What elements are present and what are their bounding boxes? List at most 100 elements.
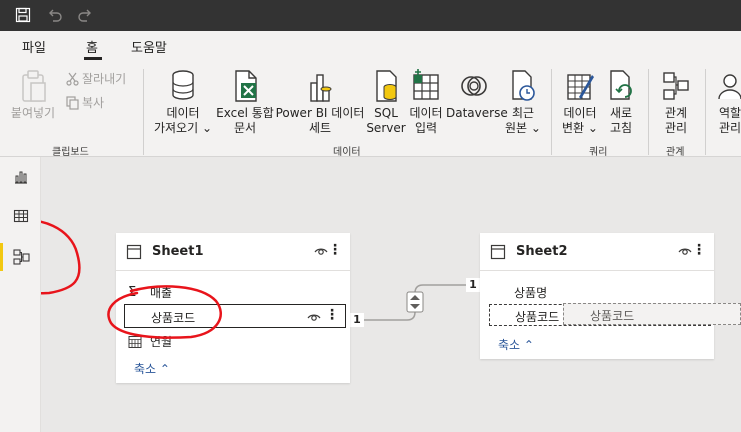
chevron-down-icon: ⌄ (527, 121, 541, 135)
relations-group-label: 관계 (666, 147, 685, 158)
recent-label-1: 최근 (511, 106, 535, 120)
enter-data-label-2: 입력 (414, 121, 438, 135)
copy-label: 복사 (82, 96, 105, 110)
get-data-button[interactable]: 데이터 가져오기 ⌄ (150, 69, 216, 136)
copy-button[interactable]: 복사 (66, 94, 104, 111)
table-card-sheet2[interactable]: Sheet2 ⋮ 상품명 상품코드 축소 ⌃ (480, 233, 714, 359)
eye-icon[interactable] (678, 245, 692, 257)
enter-data-button[interactable]: 데이터 입력 (405, 69, 447, 136)
calendar-icon (128, 335, 142, 348)
undo-icon[interactable] (44, 4, 66, 26)
field-name: 상품코드 (515, 310, 560, 324)
field-row[interactable]: 연월 (126, 330, 172, 352)
cardinality-one-right: 1 (466, 278, 480, 292)
field-row[interactable]: 상품명 (490, 281, 547, 303)
dataset-icon (310, 74, 332, 102)
tab-home[interactable]: 홈 (86, 37, 98, 56)
manage-label-1: 관계 (664, 106, 688, 120)
menu-bar: 파일 홈 도움말 (0, 31, 741, 61)
paste-button[interactable]: 붙여넣기 (8, 69, 58, 121)
drag-field-name: 상품코드 (590, 309, 635, 323)
model-view-icon[interactable] (10, 246, 32, 268)
ribbon: 붙여넣기 잘라내기 복사 클립보드 데이터 가져오기 ⌄ Excel 통합 문서… (0, 61, 741, 158)
field-name: 상품코드 (151, 311, 196, 325)
more-options-icon[interactable]: ⋮ (328, 242, 342, 258)
refresh-label-2: 고침 (609, 121, 633, 135)
manage-relationships-button[interactable]: 관계 관리 (654, 69, 698, 136)
roles-label-1: 역할 (718, 106, 741, 120)
eye-icon[interactable] (314, 245, 328, 257)
cut-label: 잘라내기 (82, 72, 127, 86)
cardinality-one-left: 1 (350, 313, 364, 327)
transform-data-button[interactable]: 데이터 변환 ⌄ (556, 69, 604, 136)
excel-label-2: 문서 (233, 121, 257, 135)
clipboard-group-label: 클립보드 (52, 147, 89, 158)
save-icon[interactable] (12, 4, 34, 26)
recent-sources-button[interactable]: 최근 원본 ⌄ (502, 69, 544, 136)
table-card-header[interactable]: Sheet1 ⋮ (116, 233, 350, 271)
table-title: Sheet1 (152, 244, 204, 259)
refresh-button[interactable]: 새로 고침 (603, 69, 639, 136)
field-name: 매출 (150, 285, 173, 300)
dataverse-icon (461, 76, 487, 96)
collapse-button[interactable]: 축소 ⌃ (134, 360, 170, 377)
sql-server-button[interactable]: SQL Server (366, 69, 406, 136)
powerbi-label-1: Power BI 데이터 (275, 106, 365, 120)
group-separator (705, 69, 706, 155)
collapse-label: 축소 (134, 362, 157, 376)
sql-server-icon (376, 70, 397, 102)
table-card-header[interactable]: Sheet2 ⋮ (480, 233, 714, 271)
redo-icon[interactable] (74, 4, 96, 26)
dataverse-button[interactable]: Dataverse (446, 69, 508, 121)
recent-label-2: 원본 (505, 121, 528, 135)
enter-data-label-1: 데이터 (409, 106, 443, 120)
database-icon (172, 70, 194, 100)
table-icon (490, 244, 506, 260)
more-options-icon[interactable]: ⋮ (692, 242, 706, 258)
field-row-selected[interactable]: 상품코드 ⋮ (124, 304, 346, 328)
dataverse-label: Dataverse (446, 106, 508, 120)
sigma-icon: Σ (128, 284, 137, 300)
roles-icon (718, 74, 741, 100)
group-separator (551, 69, 552, 155)
table-card-sheet1[interactable]: Sheet1 ⋮ Σ 매출 상품코드 ⋮ 연월 축소 ⌃ (116, 233, 350, 383)
report-view-icon[interactable] (10, 166, 32, 188)
collapse-button[interactable]: 축소 ⌃ (498, 336, 534, 353)
left-nav (0, 157, 41, 432)
data-view-icon[interactable] (10, 205, 32, 227)
collapse-label: 축소 (498, 338, 521, 352)
title-bar (0, 0, 741, 31)
model-canvas[interactable]: 1 1 Sheet1 ⋮ Σ 매출 상품코드 ⋮ 연월 축소 ⌃ Sheet2 … (41, 157, 741, 432)
refresh-label-1: 새로 (609, 106, 633, 120)
get-data-label-2: 가져오기 (153, 121, 199, 135)
table-icon (126, 244, 142, 260)
tab-help[interactable]: 도움말 (131, 37, 167, 56)
paste-icon (22, 70, 46, 102)
manage-roles-button[interactable]: 역할 관리 (710, 69, 741, 136)
cut-button[interactable]: 잘라내기 (66, 70, 126, 87)
tab-file[interactable]: 파일 (22, 37, 46, 56)
drag-ghost-field: 상품코드 (563, 303, 741, 325)
powerbi-dataset-button[interactable]: Power BI 데이터 세트 (274, 69, 366, 136)
excel-label-1: Excel 통합 (216, 106, 274, 120)
sql-label-1: SQL (374, 106, 398, 120)
roles-label-2: 관리 (718, 121, 741, 135)
excel-workbook-button[interactable]: Excel 통합 문서 (214, 69, 276, 136)
transform-label-2: 변환 (562, 121, 585, 135)
chevron-up-icon: ⌃ (159, 362, 170, 376)
transform-label-1: 데이터 (563, 106, 597, 120)
more-options-icon[interactable]: ⋮ (325, 307, 339, 323)
cross-filter-icon (406, 291, 424, 313)
eye-icon[interactable] (307, 311, 321, 323)
group-separator (648, 69, 649, 155)
powerbi-label-2: 세트 (308, 121, 332, 135)
data-group-label: 데이터 (333, 147, 361, 158)
recent-clock-icon (512, 70, 535, 101)
field-row[interactable]: Σ 매출 (126, 281, 172, 303)
field-name: 연월 (150, 334, 173, 349)
table-title: Sheet2 (516, 244, 568, 259)
active-view-indicator (0, 243, 3, 271)
scissors-icon (66, 72, 79, 86)
group-separator (143, 69, 144, 155)
sql-label-2: Server (366, 121, 406, 135)
